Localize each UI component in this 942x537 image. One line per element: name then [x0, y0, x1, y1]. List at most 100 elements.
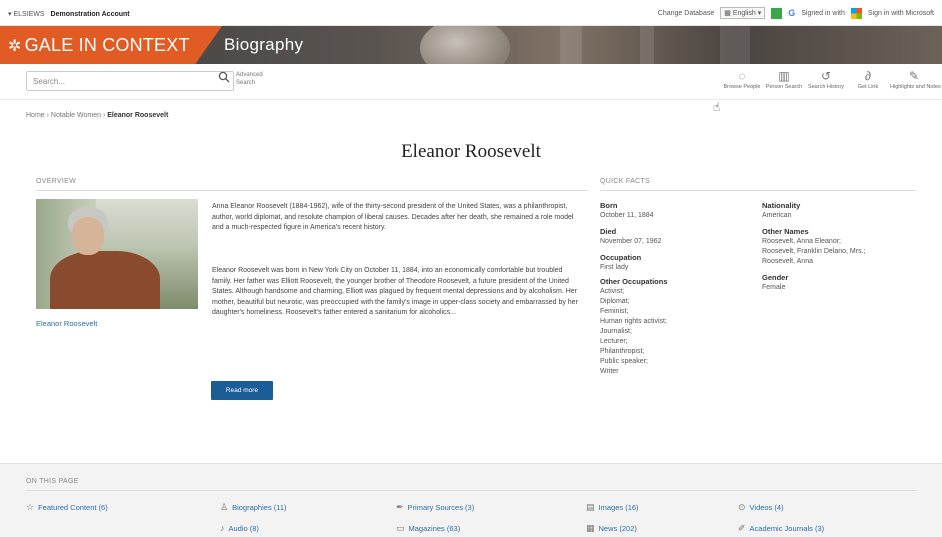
library-name[interactable]: Demonstration Account	[51, 11, 130, 18]
photo-figure	[50, 251, 160, 309]
library-prefix[interactable]: ▾ ELSIEWS	[8, 11, 45, 18]
link-label: Audio (8)	[228, 524, 259, 533]
brand-logo[interactable]: ✲ GALE IN CONTEXT	[0, 26, 222, 64]
tool-label: Get Link	[857, 84, 879, 90]
signed-in-text[interactable]: Signed in with	[801, 10, 845, 17]
other-occupations-label: Other Occupations	[600, 277, 668, 286]
magazines-link[interactable]: ▭ Magazines (63)	[396, 523, 460, 534]
news-link[interactable]: ▦ News (202)	[586, 523, 637, 534]
breadcrumb-current: Eleanor Roosevelt	[107, 112, 169, 119]
audio-link[interactable]: ♪ Audio (8)	[220, 523, 259, 533]
academic-journals-link[interactable]: ✐ Academic Journals (3)	[738, 523, 824, 534]
library-selector[interactable]: ▾ ELSIEWS Demonstration Account	[8, 10, 130, 18]
search-icon[interactable]	[218, 70, 230, 88]
quick-facts-divider	[600, 190, 916, 191]
microsoft-icon[interactable]	[850, 7, 862, 19]
overview-divider	[36, 190, 588, 191]
link-label: Images (16)	[598, 503, 639, 512]
link-label: Videos (4)	[749, 503, 784, 512]
quick-facts-col-2: Nationality American Other Names Rooseve…	[762, 201, 922, 293]
on-this-page-heading: ON THIS PAGE	[26, 478, 79, 485]
overview-paragraph-2: Eleanor Roosevelt was born in New York C…	[212, 267, 578, 316]
audio-icon: ♪	[220, 523, 225, 533]
nationality-value: American	[762, 212, 792, 219]
died-label: Died	[600, 227, 617, 236]
occupation-label: Occupation	[600, 253, 642, 262]
get-link-button[interactable]: ∂ Get Link	[848, 68, 888, 90]
other-occupation-item: Writer	[600, 368, 619, 375]
died-value: November 07, 1962	[600, 238, 662, 245]
featured-content-link[interactable]: ☆ Featured Content (6)	[26, 502, 108, 513]
other-occupation-item: Activist;	[600, 288, 625, 295]
images-link[interactable]: ▤ Images (16)	[586, 502, 639, 513]
other-name-item: Roosevelt, Franklin Delano, Mrs.;	[762, 248, 866, 255]
breadcrumb-notable-women[interactable]: Notable Women	[51, 112, 101, 119]
link-label: Featured Content (6)	[38, 503, 108, 512]
advanced-search-link[interactable]: Advanced Search	[236, 71, 266, 87]
born-value: October 11, 1884	[600, 212, 654, 219]
product-name[interactable]: Biography	[224, 35, 303, 55]
overview-paragraph-1: Anna Eleanor Roosevelt (1884-1962), wife…	[212, 203, 574, 231]
star-icon: ☆	[26, 502, 35, 512]
breadcrumb-home[interactable]: Home	[26, 112, 45, 119]
breadcrumb: Home › Notable Women › Eleanor Roosevelt	[26, 112, 169, 119]
search-toolbar: Search... Advanced Search ◌ Browse Peopl…	[0, 64, 942, 100]
journal-icon: ✐	[738, 523, 746, 533]
google-classroom-icon[interactable]	[771, 7, 783, 19]
change-database-link[interactable]: Change Database	[658, 10, 714, 17]
gender-value: Female	[762, 284, 786, 291]
page-title: Eleanor Roosevelt	[401, 141, 541, 162]
quick-facts-heading: QUICK FACTS	[600, 178, 650, 185]
brand-name: GALE IN CONTEXT	[24, 35, 190, 55]
language-select[interactable]: ▦ English ▾	[720, 7, 766, 19]
born-label: Born	[600, 201, 618, 210]
chevron-down-icon: ▾	[757, 10, 762, 17]
browse-people-button[interactable]: ◌ Browse People	[722, 68, 762, 90]
other-occupation-item: Diplomat;	[600, 298, 630, 305]
banner-image-detail	[720, 26, 750, 64]
nationality-label: Nationality	[762, 201, 801, 210]
gale-logo-icon: ✲	[8, 38, 22, 55]
quill-icon: ✒	[396, 502, 404, 512]
utility-bar: ▾ ELSIEWS Demonstration Account Change D…	[0, 0, 942, 26]
mouse-cursor-icon: ☝	[713, 100, 721, 114]
link-label: Academic Journals (3)	[749, 524, 825, 533]
building-icon: ▥	[778, 69, 790, 83]
overview-heading: OVERVIEW	[36, 178, 77, 185]
pencil-icon: ✎	[908, 69, 920, 83]
read-more-button[interactable]: Read more	[211, 381, 273, 400]
google-icon[interactable]: G	[788, 8, 795, 18]
banner-portrait	[420, 26, 510, 64]
magazine-icon: ▭	[396, 523, 405, 533]
portrait-photo[interactable]	[36, 199, 198, 309]
language-value: English	[732, 10, 756, 17]
link-label: Primary Sources (3)	[407, 503, 475, 512]
person-search-button[interactable]: ▥ Person Search	[764, 68, 804, 90]
lightbulb-icon: ◌	[738, 69, 746, 83]
other-occupation-item: Journalist;	[600, 328, 632, 335]
other-occupation-item: Human rights activist;	[600, 318, 667, 325]
tool-menu: ◌ Browse People ▥ Person Search ↺ Search…	[722, 68, 941, 90]
videos-link[interactable]: ⊙ Videos (4)	[738, 502, 784, 513]
highlights-notes-button[interactable]: ✎ Highlights and Notes	[890, 68, 941, 90]
other-name-item: Roosevelt, Anna Eleanor;	[762, 238, 841, 245]
play-icon: ⊙	[738, 502, 746, 512]
tool-label: Search History	[807, 84, 845, 90]
sign-in-microsoft-link[interactable]: Sign in with Microsoft	[868, 10, 934, 17]
other-name-item: Roosevelt, Anna	[762, 258, 813, 265]
history-icon: ↺	[820, 69, 832, 83]
on-this-page-divider	[26, 490, 916, 491]
other-occupation-item: Feminist;	[600, 308, 629, 315]
link-label: Biographies (11)	[232, 503, 287, 512]
photo-caption-link[interactable]: Eleanor Roosevelt	[36, 319, 97, 328]
other-occupation-item: Public speaker;	[600, 358, 648, 365]
primary-sources-link[interactable]: ✒ Primary Sources (3)	[396, 502, 474, 513]
banner-image	[560, 26, 582, 64]
occupation-value: First lady	[600, 264, 629, 271]
search-input[interactable]: Search...	[26, 71, 234, 91]
link-label: News (202)	[598, 524, 637, 533]
tool-label: Highlights and Notes	[890, 84, 941, 90]
banner-image-detail	[640, 26, 654, 64]
biographies-link[interactable]: ♙ Biographies (11)	[220, 502, 287, 513]
search-history-button[interactable]: ↺ Search History	[806, 68, 846, 90]
